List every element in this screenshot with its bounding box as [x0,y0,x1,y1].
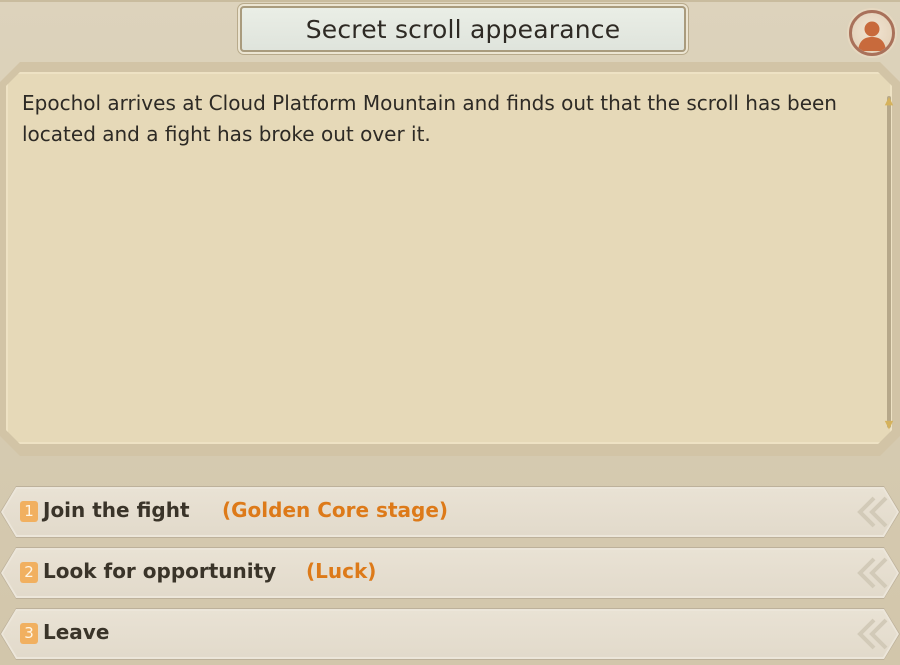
option-requirement: (Luck) [306,559,377,583]
dialog-scrollbar[interactable] [887,96,891,428]
scroll-up-arrow-icon[interactable]: ▲ [882,94,896,108]
chevron-ornament-icon [857,618,888,650]
character-portrait-icon[interactable] [849,10,895,56]
option-requirement: (Golden Core stage) [222,498,449,522]
option-number-badge: 1 [20,501,38,522]
chevron-ornament-icon [857,496,888,528]
person-silhouette-icon [858,21,886,51]
option-label: Leave [43,620,110,644]
option-label: Look for opportunity [43,559,277,583]
option-background [3,611,897,657]
dialog-title-plate: Secret scroll appearance [240,6,686,52]
chevron-ornament-icon [857,557,888,589]
option-number-badge: 3 [20,623,38,644]
top-divider [0,0,900,2]
dialog-body-text: Epochol arrives at Cloud Platform Mounta… [22,91,837,146]
option-label: Join the fight [43,498,190,522]
dialog-title: Secret scroll appearance [305,14,621,44]
option-number-badge: 2 [20,562,38,583]
scroll-down-arrow-icon[interactable]: ▼ [882,418,896,432]
